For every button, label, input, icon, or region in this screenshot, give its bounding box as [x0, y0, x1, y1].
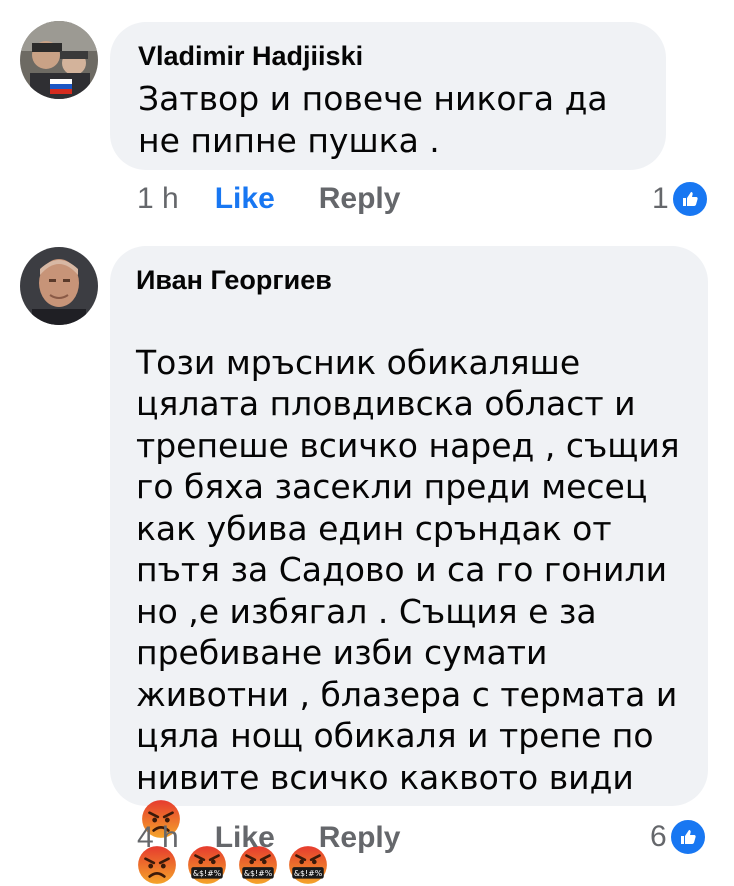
comment-text: Затвор и повече никога да не пипне пушка…: [138, 79, 608, 160]
reply-button[interactable]: Reply: [319, 820, 401, 856]
avatar[interactable]: [20, 21, 98, 99]
reaction-count: 6: [650, 820, 667, 853]
cursing-symbols: &$!#%: [193, 869, 222, 878]
cursing-symbols: &$!#%: [244, 869, 273, 878]
comment-text: Този мръсник обикаляше цялата пловдивска…: [136, 300, 692, 842]
reaction-summary[interactable]: 1: [652, 180, 709, 218]
cursing-symbols: &$!#%: [294, 869, 323, 878]
reply-button[interactable]: Reply: [319, 181, 401, 217]
comment-actions: 1 h Like Reply: [137, 181, 400, 217]
profile-photo-icon: [20, 247, 98, 325]
comment-author[interactable]: Vladimir Hadjiiski: [138, 40, 640, 72]
like-button[interactable]: Like: [215, 820, 275, 856]
profile-photo-icon: [20, 21, 98, 99]
like-thumb-icon: [668, 818, 707, 856]
comment-bubble: Иван Георгиев Този мръсник обикаляше цял…: [110, 246, 708, 884]
comment-bubble: Vladimir Hadjiiski Затвор и повече никог…: [110, 22, 666, 170]
avatar[interactable]: [20, 247, 98, 325]
like-button[interactable]: Like: [215, 181, 275, 217]
comment-timestamp[interactable]: 1 h: [137, 181, 179, 217]
comment-actions: 4 h Like Reply: [137, 820, 400, 856]
reaction-summary[interactable]: 6: [650, 818, 707, 856]
comment-timestamp[interactable]: 4 h: [137, 820, 179, 856]
like-thumb-icon: [670, 180, 709, 218]
comment-body: Този мръсник обикаляше цялата пловдивска…: [136, 342, 680, 797]
comment-author[interactable]: Иван Георгиев: [136, 264, 688, 296]
reaction-count: 1: [652, 182, 669, 215]
